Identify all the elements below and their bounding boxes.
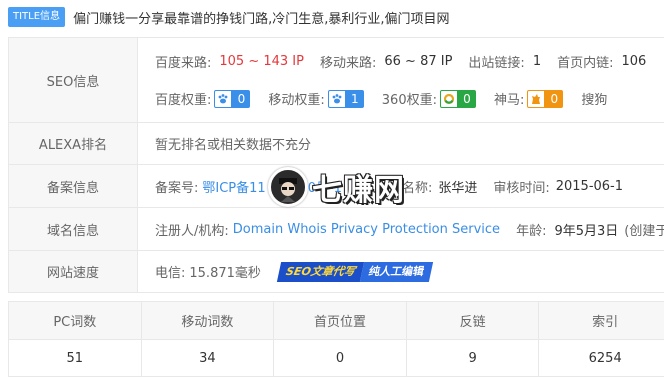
seo-label: SEO信息 (8, 38, 138, 122)
stats-value-home: 0 (273, 339, 407, 377)
icp-no-suffix[interactable]: 0号-1 (308, 177, 342, 196)
page-title: 偏门赚钱一分享最靠谱的挣钱门路,冷门生意,暴利行业,偏门项目网 (73, 11, 450, 27)
alexa-values: 暂无排名或相关数据不充分 (138, 123, 664, 164)
icp-no-label: 备案号: (155, 180, 199, 196)
w360-weight-badge[interactable]: 0 (457, 89, 476, 108)
icp-no-link[interactable]: 鄂ICP备11 (202, 177, 265, 196)
seo-row: SEO信息 百度来路: 105 ~ 143 IP 移动来路: 66 ~ 87 I… (8, 38, 664, 123)
created-value: (创建于20 (624, 223, 664, 239)
title-badge: TITLE信息 (8, 7, 66, 27)
shenma-horse-icon (527, 89, 546, 108)
baidu-weight-label: 百度权重: (155, 93, 212, 108)
mobile-weight-label: 移动权重: (268, 93, 325, 108)
age-label: 年龄: (516, 223, 547, 239)
telecom-value: 15.871毫秒 (189, 266, 261, 281)
domain-values: 注册人/机构: Domain Whois Privacy Protection … (138, 208, 664, 250)
baidu-traffic-value: 105 ~ 143 IP (219, 54, 304, 69)
stats-value-mobile: 34 (140, 339, 275, 377)
registrant-link[interactable]: Domain Whois Privacy Protection Service (233, 222, 500, 237)
w360-weight-label: 360权重: (381, 93, 437, 108)
stats-header-row: PC词数 移动词数 首页位置 反链 索引 (8, 301, 664, 340)
telecom-label: 电信: (155, 266, 186, 281)
icp-type-value: 个人 (359, 180, 386, 196)
site-info-table: SEO信息 百度来路: 105 ~ 143 IP 移动来路: 66 ~ 87 I… (8, 37, 664, 293)
mobile-traffic-value: 66 ~ 87 IP (384, 54, 453, 69)
icp-audit-label: 审核时间: (493, 180, 550, 196)
domain-label: 域名信息 (8, 208, 138, 250)
stats-value-pc: 51 (8, 339, 142, 377)
seo-traffic-line: 百度来路: 105 ~ 143 IP 移动来路: 66 ~ 87 IP 出站链接… (155, 43, 664, 80)
stats-value-backlinks: 9 (405, 339, 540, 377)
speed-line: 电信: 15.871毫秒 SEO文章代写 纯人工编辑 (155, 253, 664, 290)
alexa-row: ALEXA排名 暂无排名或相关数据不充分 (8, 123, 664, 165)
stats-header-home: 首页位置 (273, 301, 407, 340)
mobile-paw-icon (327, 89, 346, 108)
stats-table: PC词数 移动词数 首页位置 反链 索引 51 34 0 9 6254 (8, 301, 664, 377)
baidu-traffic-label: 百度来路: (155, 56, 212, 71)
icp-name-label: 名称: (401, 180, 433, 196)
360-ring-icon (439, 89, 458, 108)
homepage-links-label: 首页内链: (557, 56, 614, 71)
domain-line: 注册人/机构: Domain Whois Privacy Protection … (155, 211, 664, 248)
alexa-label: ALEXA排名 (8, 123, 138, 164)
outlinks-label: 出站链接: (468, 56, 525, 71)
icp-audit-value: 2015-06-1 (555, 178, 624, 194)
mobile-traffic-label: 移动来路: (319, 56, 377, 71)
stats-header-pc: PC词数 (8, 301, 142, 340)
stats-header-backlinks: 反链 (405, 301, 540, 340)
seo-values: 百度来路: 105 ~ 143 IP 移动来路: 66 ~ 87 IP 出站链接… (138, 38, 664, 122)
title-row: TITLE信息 偏门赚钱一分享最靠谱的挣钱门路,冷门生意,暴利行业,偏门项目网 (8, 6, 449, 28)
alexa-value: 暂无排名或相关数据不充分 (155, 138, 312, 153)
seo-writing-ad-badge[interactable]: SEO文章代写 纯人工编辑 (276, 261, 433, 282)
icp-name-value: 张华进 (438, 180, 478, 196)
icp-values: 备案号: 鄂ICP备11 0号-1 个人 名称: 张华进 审核时间: 2015-… (138, 165, 664, 207)
seo-weight-line: 百度权重: 0 移动权重: 1 360权重: 0 神马: 0 搜狗 (155, 80, 664, 117)
sogou-label: 搜狗 (581, 93, 608, 108)
domain-row: 域名信息 注册人/机构: Domain Whois Privacy Protec… (8, 208, 664, 251)
icp-line: 备案号: 鄂ICP备11 0号-1 个人 名称: 张华进 审核时间: 2015-… (155, 168, 664, 205)
shenma-badge[interactable]: 0 (545, 89, 564, 108)
baidu-paw-icon (214, 89, 233, 108)
icp-row: 备案信息 备案号: 鄂ICP备11 0号-1 个人 名称: 张华进 审核时间: … (8, 165, 664, 208)
stats-header-index: 索引 (538, 301, 664, 340)
stats-value-index: 6254 (538, 339, 664, 377)
homepage-links-value: 106 (621, 54, 647, 69)
mobile-weight-badge[interactable]: 1 (345, 89, 364, 108)
speed-values: 电信: 15.871毫秒 SEO文章代写 纯人工编辑 (138, 251, 664, 292)
shenma-label: 神马: (493, 93, 525, 108)
seo-badge-right-text: 纯人工编辑 (359, 261, 433, 282)
outlinks-value: 1 (532, 54, 542, 69)
registrant-label: 注册人/机构: (155, 223, 229, 239)
speed-row: 网站速度 电信: 15.871毫秒 SEO文章代写 纯人工编辑 (8, 251, 664, 293)
icp-label: 备案信息 (8, 165, 138, 207)
baidu-weight-badge[interactable]: 0 (232, 89, 251, 108)
stats-value-row: 51 34 0 9 6254 (8, 339, 664, 377)
age-value: 9年5月3日 (554, 223, 619, 239)
seo-badge-left-text: SEO文章代写 (276, 261, 364, 282)
speed-label: 网站速度 (8, 251, 138, 292)
stats-header-mobile: 移动词数 (140, 301, 275, 340)
